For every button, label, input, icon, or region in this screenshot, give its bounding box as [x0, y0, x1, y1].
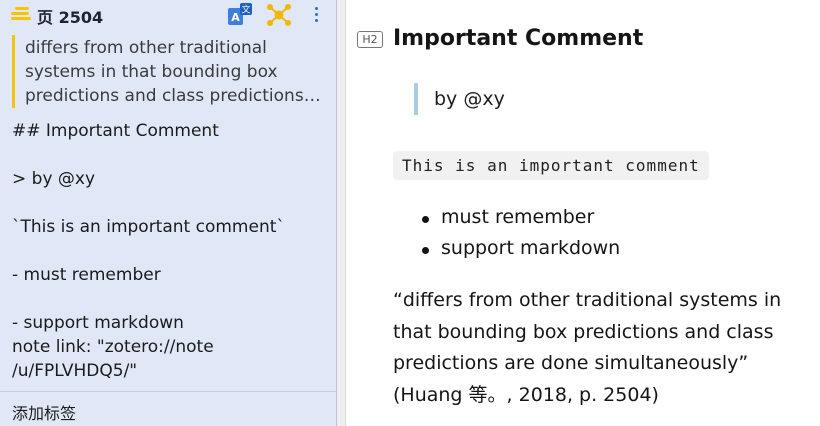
translate-icon[interactable]: A 文 [227, 2, 253, 27]
heading-level-badge: H2 [357, 31, 383, 48]
node-graph-icon[interactable] [266, 3, 292, 27]
markdown-list-line: - support markdown [12, 313, 184, 333]
bullet-icon [422, 216, 429, 223]
note-link-line: note link: "zotero://note [12, 337, 214, 357]
citation-line: “differs from other traditional systems … [393, 289, 782, 311]
citation-line: that bounding box predictions and class [393, 320, 774, 343]
svg-text:文: 文 [241, 4, 250, 16]
more-vertical-icon[interactable] [313, 7, 319, 25]
bullet-icon [422, 247, 429, 254]
note-preview[interactable]: H2 Important Comment by @xy This is an i… [346, 0, 820, 426]
annotation-excerpt-line: predictions and class predictions are do… [25, 86, 325, 106]
annotation-excerpt-line: systems in that bounding box [25, 62, 278, 82]
annotation-comment-editor[interactable]: ## Important Comment > by @xy `This is a… [12, 119, 328, 383]
note-link-line: /u/FPLVHDQ5/" [12, 361, 138, 381]
svg-text:A: A [231, 11, 240, 24]
list-item-text: support markdown [441, 237, 621, 259]
citation-source[interactable]: (Huang 等。, 2018, p. 2504) [393, 380, 808, 412]
pane-splitter[interactable] [337, 0, 346, 426]
citation-block: “differs from other traditional systems … [393, 285, 808, 411]
list-item-text: must remember [441, 206, 595, 228]
citation-line: predictions are done simultaneously” [393, 352, 749, 374]
add-tags-button[interactable]: 添加标签 [12, 400, 76, 424]
markdown-list-line: - must remember [12, 265, 161, 285]
annotation-header: 页 2504 A 文 [0, 0, 336, 30]
annotation-excerpt: differs from other traditional systems i… [25, 36, 325, 108]
note-heading: Important Comment [393, 26, 644, 51]
annotation-excerpt-line: differs from other traditional [25, 38, 267, 58]
blockquote-bar [414, 83, 418, 115]
annotation-sidebar: 页 2504 A 文 differs from other traditiona… [0, 0, 337, 426]
markdown-heading-line: ## Important Comment [12, 121, 219, 141]
markdown-quote-line: > by @xy [12, 169, 96, 189]
inline-code: This is an important comment [393, 151, 709, 180]
page-label: 页 2504 [37, 8, 104, 27]
annotation-highlight-icon [11, 7, 31, 23]
blockquote-text: by @xy [434, 88, 505, 110]
tags-footer: 添加标签 [0, 391, 336, 426]
annotation-quote[interactable]: differs from other traditional systems i… [12, 35, 327, 108]
markdown-code-line: `This is an important comment` [12, 217, 285, 237]
